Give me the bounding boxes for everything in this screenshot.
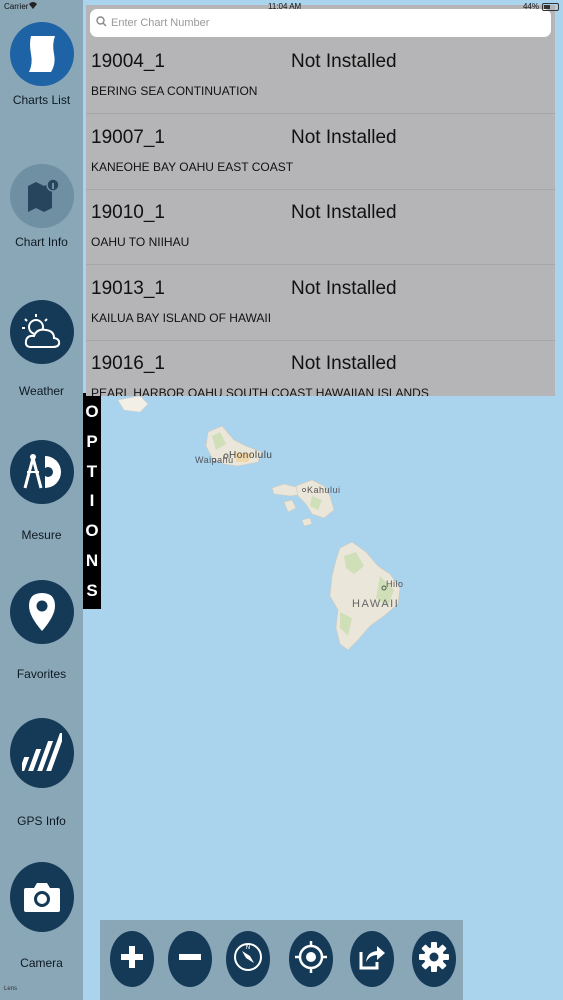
options-letter: O bbox=[85, 521, 99, 541]
settings-icon bbox=[418, 941, 450, 978]
clock-time: 11:04 AM bbox=[268, 2, 302, 11]
map-label-honolulu: Honolulu bbox=[229, 450, 273, 461]
camera-icon bbox=[9, 862, 74, 932]
chart-number: 19007_1 bbox=[91, 127, 165, 148]
chart-name: KAILUA BAY ISLAND OF HAWAII bbox=[91, 311, 272, 325]
battery-icon bbox=[542, 3, 559, 11]
sidebar-label: Chart Info bbox=[15, 235, 68, 249]
chart-name: BERING SEA CONTINUATION bbox=[91, 84, 258, 98]
options-letter: O bbox=[85, 402, 99, 422]
chart-number: 19010_1 bbox=[91, 202, 165, 223]
sidebar-item-camera[interactable]: Camera bbox=[0, 862, 83, 970]
compass-button[interactable]: N bbox=[226, 931, 270, 987]
svg-text:N: N bbox=[246, 944, 251, 951]
options-letter: T bbox=[86, 461, 98, 481]
compass-icon: N bbox=[232, 941, 264, 978]
chart-row[interactable]: 19004_1 Not Installed BERING SEA CONTINU… bbox=[86, 39, 555, 114]
chart-row[interactable]: 19007_1 Not Installed KANEOHE BAY OAHU E… bbox=[86, 115, 555, 190]
sidebar-item-gps-info[interactable]: GPS Info bbox=[0, 718, 83, 828]
compass-ruler-icon bbox=[9, 440, 74, 504]
search-input[interactable] bbox=[111, 17, 531, 29]
battery-percent: 44% bbox=[522, 2, 539, 11]
zoom-out-icon bbox=[178, 945, 202, 974]
options-letter: I bbox=[89, 491, 95, 511]
sidebar-label: Weather bbox=[18, 384, 65, 398]
map-label-waipahu: Waipahu bbox=[195, 455, 234, 465]
scroll-icon bbox=[9, 22, 74, 86]
chart-number: 19013_1 bbox=[91, 278, 165, 299]
options-letter: S bbox=[86, 580, 98, 600]
chart-row[interactable]: 19016_1 Not Installed PEARL HARBOR OAHU … bbox=[86, 341, 555, 396]
options-tab[interactable]: O P T I O N S bbox=[83, 393, 101, 609]
sidebar: Charts List Chart Info Weather Mesure Fa… bbox=[0, 0, 83, 1000]
chart-number: 19004_1 bbox=[91, 51, 165, 72]
search-icon bbox=[96, 14, 107, 32]
sidebar-item-favorites[interactable]: Favorites bbox=[0, 580, 83, 681]
sidebar-item-chart-info[interactable]: Chart Info bbox=[0, 164, 83, 249]
map-label-hilo: Hilo bbox=[386, 579, 404, 589]
sidebar-item-mesure[interactable]: Mesure bbox=[0, 440, 83, 542]
sidebar-label: Charts List bbox=[12, 93, 71, 107]
map-toolbar: N bbox=[100, 920, 463, 1000]
carrier-label: Carrier bbox=[4, 2, 29, 11]
location-pin-icon bbox=[9, 580, 74, 644]
chart-name: OAHU TO NIIHAU bbox=[91, 235, 190, 249]
chart-status: Not Installed bbox=[291, 278, 397, 299]
share-button[interactable] bbox=[350, 931, 394, 987]
zoom-in-button[interactable] bbox=[110, 931, 154, 987]
chart-name: KANEOHE BAY OAHU EAST COAST bbox=[91, 160, 294, 174]
sidebar-item-weather[interactable]: Weather bbox=[0, 300, 83, 398]
options-letter: P bbox=[86, 432, 98, 452]
chart-status: Not Installed bbox=[291, 51, 397, 72]
sun-cloud-icon bbox=[9, 300, 74, 364]
chart-row[interactable]: 19013_1 Not Installed KAILUA BAY ISLAND … bbox=[86, 266, 555, 341]
wifi-icon bbox=[28, 1, 38, 12]
zoom-out-button[interactable] bbox=[168, 931, 212, 987]
sidebar-label: Camera bbox=[20, 956, 63, 970]
chart-list-panel: 19004_1 Not Installed BERING SEA CONTINU… bbox=[86, 5, 555, 396]
locate-button[interactable] bbox=[289, 931, 333, 987]
lens-label: Lens bbox=[4, 986, 18, 992]
sidebar-label: Favorites bbox=[16, 667, 67, 681]
chart-name: PEARL HARBOR OAHU SOUTH COAST HAWAIIAN I… bbox=[91, 386, 429, 396]
map-info-icon bbox=[9, 164, 74, 228]
chart-row[interactable]: 19010_1 Not Installed OAHU TO NIIHAU bbox=[86, 190, 555, 265]
sidebar-label: Mesure bbox=[21, 528, 62, 542]
chart-number: 19016_1 bbox=[91, 353, 165, 374]
locate-icon bbox=[294, 940, 328, 979]
map-label-kahului: Kahului bbox=[307, 485, 341, 495]
share-icon bbox=[357, 942, 387, 977]
zoom-in-icon bbox=[120, 945, 144, 974]
chart-status: Not Installed bbox=[291, 202, 397, 223]
status-bar: Carrier 11:04 AM 44% bbox=[0, 0, 563, 14]
sidebar-label: GPS Info bbox=[17, 814, 66, 828]
sidebar-item-charts-list[interactable]: Charts List bbox=[0, 22, 83, 107]
map-label-hawaii: HAWAII bbox=[352, 598, 400, 610]
signal-bars-icon bbox=[9, 718, 74, 788]
chart-status: Not Installed bbox=[291, 127, 397, 148]
options-letter: N bbox=[85, 550, 99, 570]
chart-status: Not Installed bbox=[291, 353, 397, 374]
settings-button[interactable] bbox=[412, 931, 456, 987]
